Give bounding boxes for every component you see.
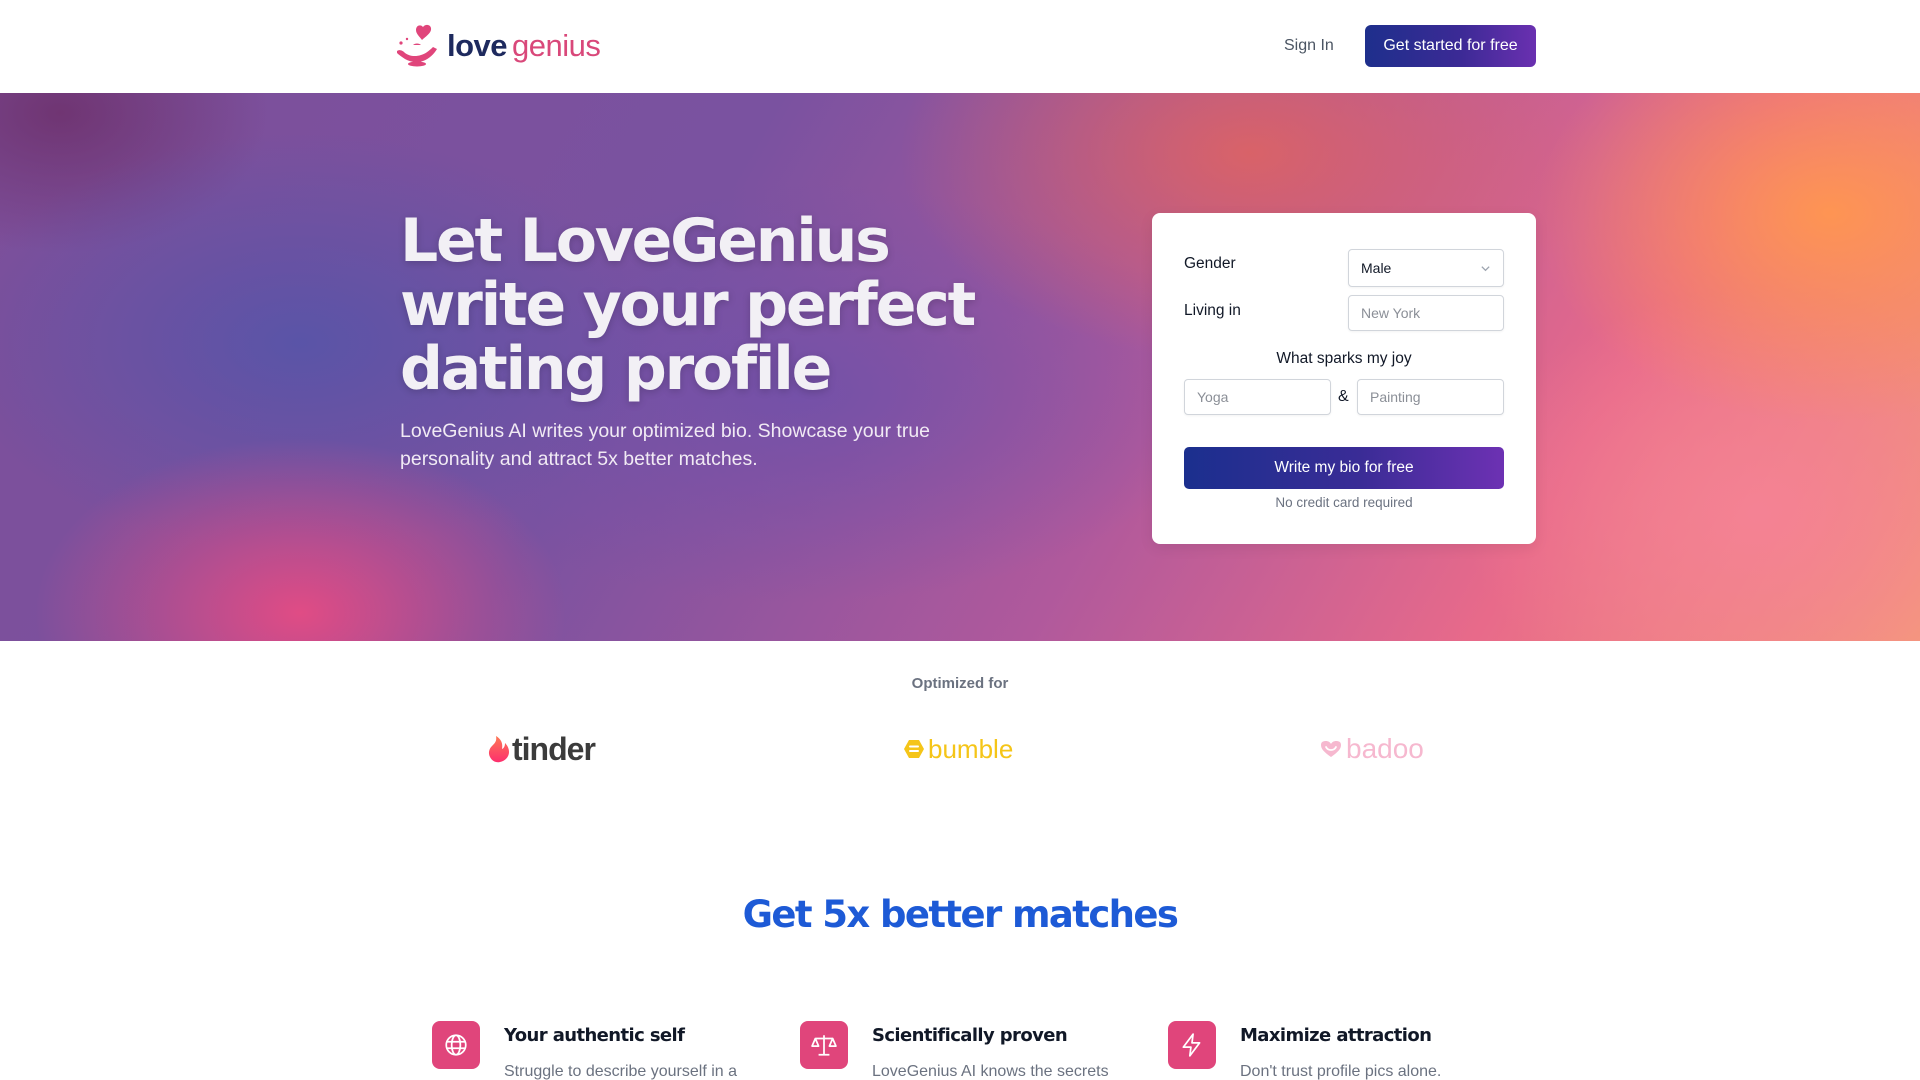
heart-icon (1321, 741, 1341, 757)
feature-description: Don't trust profile pics alone. (1240, 1063, 1442, 1080)
feature-icon-box (1168, 1021, 1216, 1069)
living-in-label: Living in (1184, 302, 1241, 319)
gender-label: Gender (1184, 255, 1236, 272)
optimized-for-label: Optimized for (911, 675, 1009, 692)
sign-in-link[interactable]: Sign In (1284, 34, 1334, 58)
features-title: Get 5x better matches (742, 893, 1179, 936)
hero-title: Let LoveGenius write your perfect dating… (400, 206, 976, 404)
logo-word-love: love (447, 28, 508, 63)
joy-separator: & (1338, 388, 1349, 405)
badoo-logo: badoo (1320, 728, 1424, 770)
write-bio-button[interactable]: Write my bio for free (1184, 447, 1504, 489)
genie-lamp-heart-icon (397, 24, 437, 67)
logo-word-genius: genius (512, 28, 601, 63)
scale-icon (811, 1035, 837, 1056)
badoo-wordmark: badoo (1346, 733, 1424, 764)
no-credit-card-note: No credit card required (1275, 495, 1413, 510)
feature-description: LoveGenius AI knows the secrets (872, 1063, 1109, 1080)
tinder-wordmark: tinder (512, 730, 596, 767)
hero-subtitle: LoveGenius AI writes your optimized bio.… (400, 420, 931, 470)
joy-input-1[interactable] (1184, 379, 1331, 415)
bumble-logo: bumble (904, 728, 1013, 770)
gender-select[interactable]: Male (1348, 249, 1504, 287)
flame-icon (488, 736, 509, 763)
get-started-button[interactable]: Get started for free (1365, 25, 1536, 67)
hexagon-icon (904, 740, 924, 758)
hero-section: Let LoveGenius write your perfect dating… (0, 93, 1920, 641)
living-in-input[interactable] (1348, 295, 1504, 331)
lightning-icon (1182, 1033, 1201, 1057)
top-nav: love genius Sign In Get started for free (0, 0, 1920, 93)
bio-form-card: Gender Male Living in What sparks my joy… (1152, 213, 1536, 544)
feature-icon-box (800, 1021, 848, 1069)
logo[interactable]: love genius (393, 22, 601, 70)
feature-title: Maximize attraction (1240, 1025, 1432, 1046)
tinder-logo: tinder (488, 728, 596, 770)
feature-title: Scientifically proven (872, 1025, 1068, 1046)
joy-input-2[interactable] (1357, 379, 1504, 415)
globe-icon (445, 1034, 467, 1056)
bumble-wordmark: bumble (928, 733, 1014, 764)
gender-selected-value: Male (1361, 260, 1392, 276)
feature-description: Struggle to describe yourself in a (504, 1063, 738, 1080)
chevron-down-icon (1481, 265, 1490, 271)
joy-label: What sparks my joy (1276, 350, 1412, 367)
feature-icon-box (432, 1021, 480, 1069)
feature-title: Your authentic self (504, 1025, 685, 1046)
